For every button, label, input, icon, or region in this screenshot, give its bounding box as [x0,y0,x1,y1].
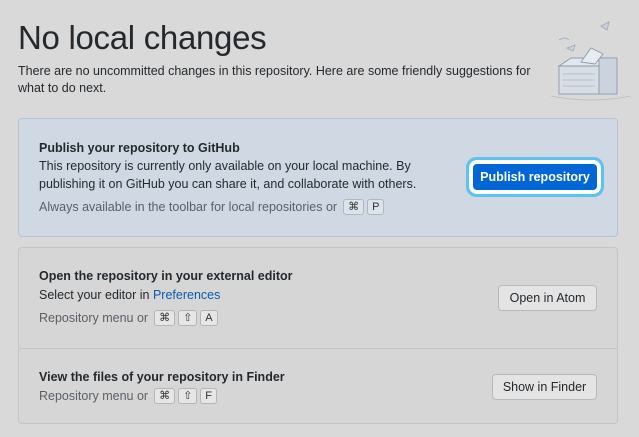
shift-key: ⇧ [178,310,198,326]
finder-title: View the files of your repository in Fin… [39,370,285,384]
editor-hint: Repository menu or ⌘ ⇧ A [39,310,218,326]
page-title: No local changes [18,19,267,56]
shift-key: ⇧ [178,388,198,404]
open-in-editor-row: Open the repository in your external edi… [19,248,617,348]
f-key: F [200,388,218,404]
publish-title: Publish your repository to GitHub [39,141,240,155]
publish-repository-card: Publish your repository to GitHub This r… [18,118,618,237]
publish-description: This repository is currently only availa… [39,159,417,191]
editor-text: Select your editor in Preferences [39,286,220,304]
publish-hint-text: Always available in the toolbar for loca… [39,200,338,214]
editor-hint-text: Repository menu or [39,311,149,325]
a-key: A [200,310,218,326]
finder-hint: Repository menu or ⌘ ⇧ F [39,388,218,404]
command-key: ⌘ [343,199,365,215]
command-key: ⌘ [154,388,176,404]
command-key: ⌘ [154,310,176,326]
publish-repository-button[interactable]: Publish repository [473,164,597,190]
suggestions-card: Open the repository in your external edi… [18,247,618,424]
editor-title: Open the repository in your external edi… [39,269,293,283]
show-in-finder-button[interactable]: Show in Finder [492,374,597,400]
page-description: There are no uncommitted changes in this… [18,64,531,95]
publish-hint: Always available in the toolbar for loca… [39,199,385,215]
preferences-link[interactable]: Preferences [153,288,220,302]
editor-text-prefix: Select your editor in [39,288,150,302]
finder-hint-text: Repository menu or [39,389,149,403]
show-in-finder-row: View the files of your repository in Fin… [19,348,617,425]
empty-state-illustration [551,21,631,101]
p-key: P [367,199,385,215]
open-in-atom-button[interactable]: Open in Atom [498,285,597,311]
